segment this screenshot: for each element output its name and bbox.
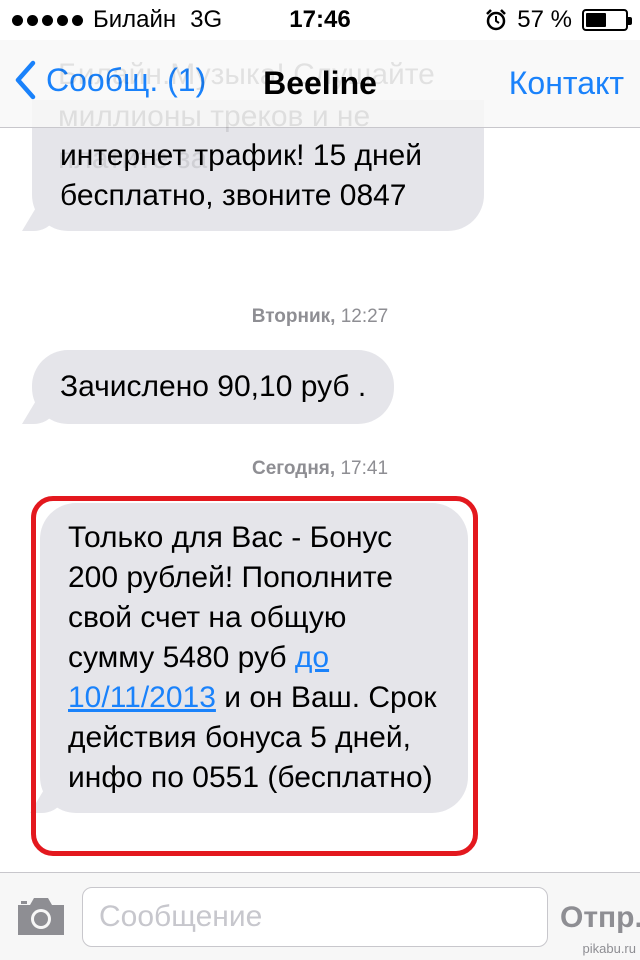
bubble-tail	[22, 201, 58, 231]
battery-fill	[586, 13, 606, 27]
battery-icon	[582, 9, 632, 31]
message-bubble[interactable]: Зачислено 90,10 руб .	[22, 350, 395, 424]
timestamp-time: 12:27	[340, 306, 389, 327]
contact-button[interactable]: Контакт	[509, 65, 624, 102]
camera-icon[interactable]	[14, 893, 68, 939]
navigation-bar: Билайн.Музыка! Слушайте миллионы треков …	[0, 40, 640, 175]
message-text: Зачислено 90,10 руб .	[60, 370, 367, 403]
battery-percent: 57 %	[517, 6, 572, 33]
status-right: 57 %	[485, 6, 632, 34]
message-timestamp: Вторник, 12:27	[0, 306, 640, 328]
timestamp-day: Сегодня,	[251, 458, 336, 479]
message-bubble[interactable]: Только для Вас - Бонус 200 рублей! Попол…	[30, 503, 468, 813]
chevron-left-icon	[15, 60, 36, 100]
send-button[interactable]: Отпр.	[560, 901, 640, 935]
scrolled-text-behind-nav: Билайн.Музыка! Слушайте миллионы треков …	[58, 58, 435, 175]
status-bar: Билайн 3G 17:46 57 %	[0, 0, 640, 40]
bubble-tail	[30, 783, 66, 813]
watermark: pikabu.ru	[582, 941, 636, 956]
message-timestamp: Сегодня, 17:41	[0, 458, 640, 480]
message-input[interactable]	[82, 887, 548, 947]
alarm-clock-icon	[486, 9, 507, 31]
message-text: Только для Вас - Бонус 200 рублей! Попол…	[68, 521, 393, 674]
message-input-bar: Отпр.	[0, 872, 640, 960]
bubble-tail	[22, 394, 58, 424]
timestamp-time: 17:41	[340, 458, 389, 479]
messages-screen: интернет трафик! 15 дней бесплатно, звон…	[0, 0, 640, 960]
timestamp-day: Вторник,	[251, 306, 336, 327]
